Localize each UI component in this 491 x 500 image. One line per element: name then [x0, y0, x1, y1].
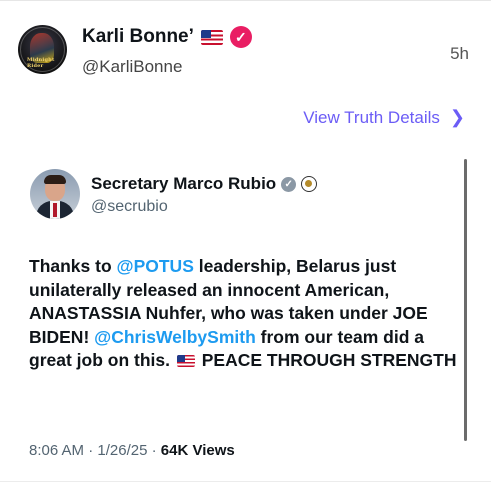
bottom-divider [0, 481, 491, 482]
top-divider [0, 0, 491, 6]
meta-separator: · [84, 442, 98, 459]
embedded-author-name[interactable]: Secretary Marco Rubio [91, 174, 276, 194]
post-text-segment: PEACE THROUGH STRENGTH [196, 350, 457, 371]
embedded-post-text: Thanks to @POTUS leadership, Belarus jus… [29, 255, 459, 373]
view-truth-details-link[interactable]: View Truth Details ❯ [303, 107, 465, 128]
author-display-name[interactable]: Karli Bonne’ [82, 26, 194, 48]
avatar[interactable]: Midnight Rider [18, 25, 67, 74]
mention-potus[interactable]: @POTUS [117, 256, 194, 276]
embedded-author-row: Secretary Marco Rubio ✓ [91, 174, 318, 194]
meta-separator: · [147, 442, 161, 459]
embedded-post-meta: 8:06 AM · 1/26/25 · 64K Views [29, 442, 235, 459]
us-flag-icon [200, 29, 223, 45]
view-truth-details-label: View Truth Details [303, 107, 440, 127]
government-seal-icon [301, 176, 318, 192]
embedded-scrollbar[interactable] [464, 159, 467, 441]
embedded-post-time: 8:06 AM [29, 442, 85, 459]
embedded-post-date: 1/26/25 [97, 442, 148, 459]
gray-verified-badge-icon: ✓ [281, 176, 297, 192]
mention-chriswelbysmith[interactable]: @ChrisWelbySmith [94, 327, 256, 347]
us-flag-icon [176, 355, 195, 368]
author-row: Karli Bonne’ ✓ [82, 26, 252, 48]
verified-badge-icon: ✓ [229, 26, 252, 48]
embedded-post-views-count[interactable]: 64K [161, 442, 189, 459]
post-timestamp: 5h [450, 44, 469, 63]
author-handle[interactable]: @KarliBonne [82, 57, 182, 77]
embedded-author-handle[interactable]: @secrubio [91, 198, 168, 216]
post-text-segment: Thanks to [29, 256, 117, 276]
embedded-post-views-label: Views [188, 442, 235, 459]
embedded-avatar[interactable] [30, 169, 80, 219]
avatar-text: Midnight Rider [27, 57, 55, 69]
chevron-right-icon: ❯ [449, 107, 465, 127]
